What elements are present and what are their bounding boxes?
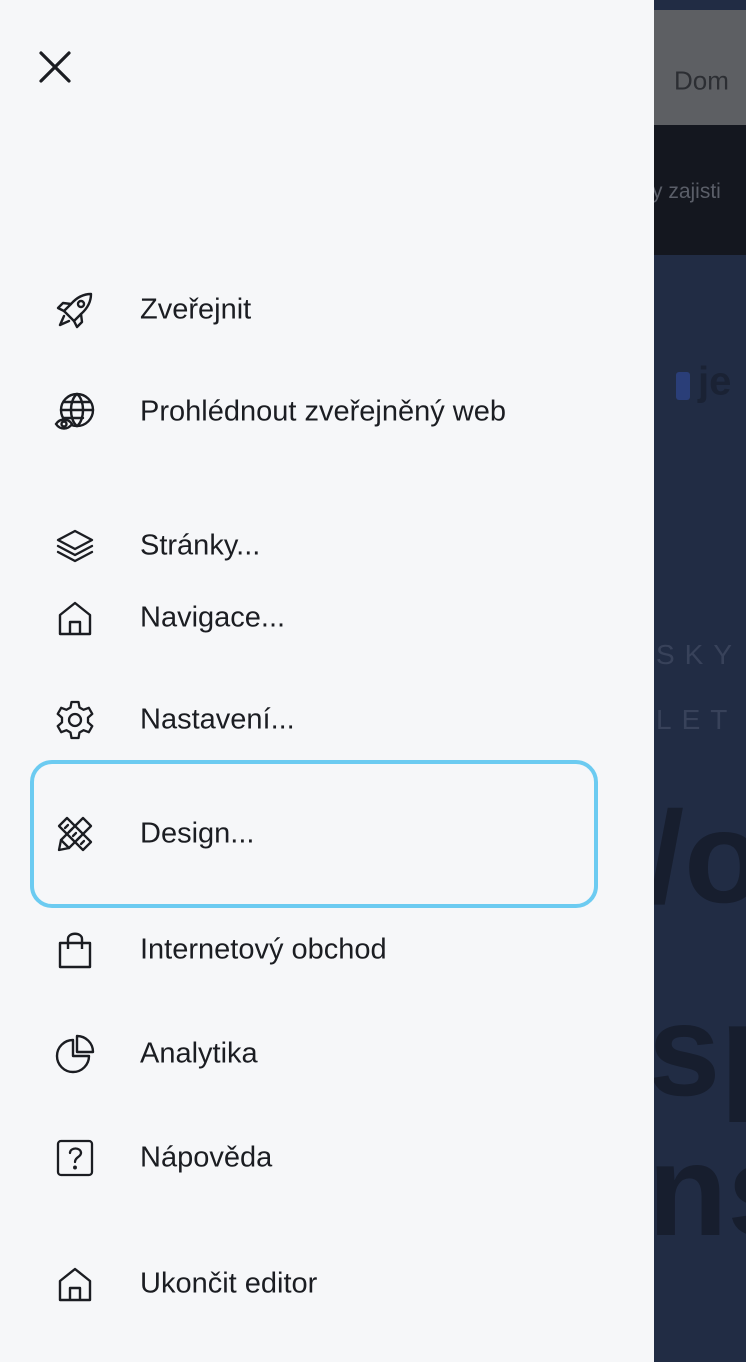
close-icon	[39, 51, 71, 83]
rocket-icon	[50, 285, 100, 335]
menu-item-label: Internetový obchod	[140, 933, 387, 966]
menu-item-label: Nastavení...	[140, 703, 295, 736]
menu-item-label: Zveřejnit	[140, 293, 252, 326]
design-tools-icon	[50, 809, 100, 859]
background-logo-text: je	[698, 359, 732, 404]
pie-chart-icon	[50, 1029, 100, 1079]
menu-item-analytics[interactable]: Analytika	[30, 1008, 598, 1100]
globe-eye-icon	[50, 387, 100, 437]
background-hero-line-1: /o	[648, 784, 746, 930]
background-topbar-label: Dom	[674, 65, 729, 96]
close-menu-button[interactable]	[30, 42, 80, 92]
exit-home-icon	[50, 1259, 100, 1309]
background-banner-text: y zajisti	[652, 180, 721, 203]
menu-item-label: Ukončit editor	[140, 1267, 318, 1300]
menu-item-help[interactable]: Nápověda	[30, 1112, 598, 1204]
menu-item-label: Design...	[140, 817, 255, 850]
menu-item-label: Navigace...	[140, 601, 286, 634]
shopping-bag-icon	[50, 925, 100, 975]
background-logo-mark	[676, 372, 690, 400]
background-eyebrow-line-1: SKY	[656, 639, 743, 670]
menu-item-settings[interactable]: Nastavení...	[30, 674, 598, 766]
menu-item-view-published-web[interactable]: Prohlédnout zveřejněný web	[30, 366, 598, 458]
menu-item-label: Nápověda	[140, 1141, 273, 1174]
background-eyebrow-line-2: LET	[656, 704, 738, 735]
gear-icon	[50, 695, 100, 745]
background-hero-line-2: sp	[648, 977, 746, 1123]
menu-item-label: Stránky...	[140, 529, 261, 562]
home-icon	[50, 593, 100, 643]
menu-item-design[interactable]: Design...	[30, 760, 598, 908]
menu-item-publish[interactable]: Zveřejnit	[30, 264, 598, 356]
layers-icon	[50, 521, 100, 571]
menu-item-label: Prohlédnout zveřejněný web	[140, 395, 506, 428]
menu-item-label: Analytika	[140, 1037, 258, 1070]
background-hero-line-3: ns	[648, 1117, 746, 1263]
editor-side-menu: Zveřejnit Prohlédnout zveřejněný web Str…	[0, 0, 654, 1362]
menu-item-exit-editor[interactable]: Ukončit editor	[30, 1238, 598, 1330]
menu-item-online-store[interactable]: Internetový obchod	[30, 904, 598, 996]
help-icon	[50, 1133, 100, 1183]
menu-item-navigation[interactable]: Navigace...	[30, 572, 598, 664]
